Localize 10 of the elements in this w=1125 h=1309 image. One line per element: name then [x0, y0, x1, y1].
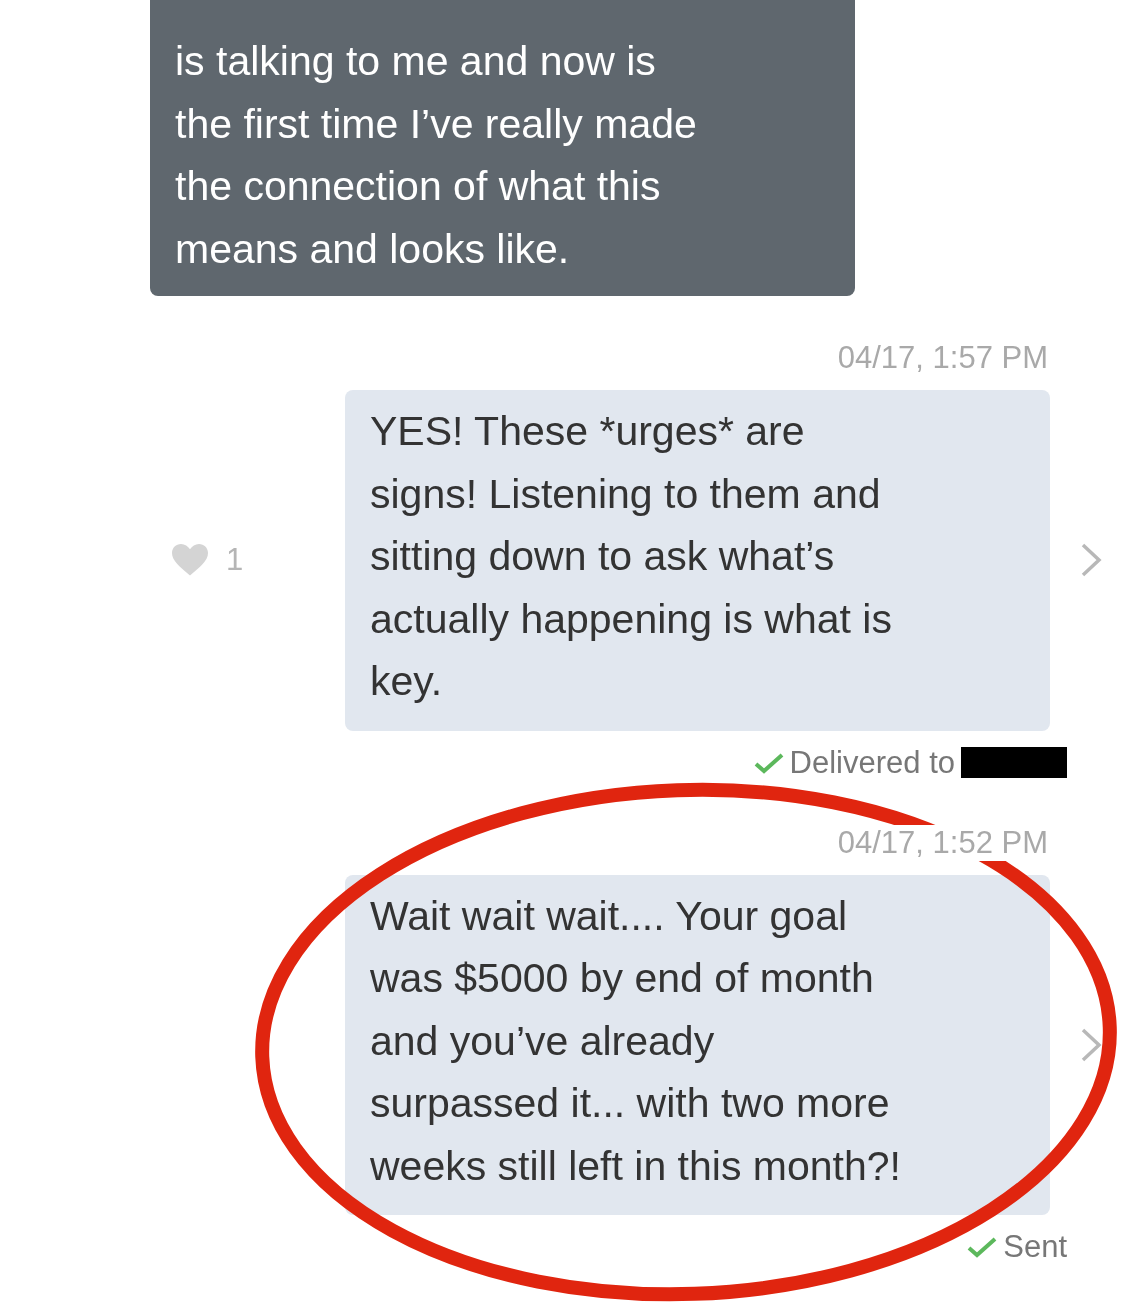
heart-icon	[172, 543, 208, 577]
message-bubble: is talking to me and now is the first time I’ve really made the connection of what this means and looks like.	[150, 0, 855, 296]
chevron-right-icon[interactable]	[1080, 1026, 1102, 1063]
message-bubble: Wait wait wait.... Your goal was $5000 by end of month and you’ve already surpassed it... with two more weeks still left in this month?!	[345, 874, 1050, 1215]
chevron-right-icon[interactable]	[1080, 542, 1102, 579]
like-count: 1	[226, 542, 244, 579]
timestamp: 04/17, 1:52 PM	[837, 824, 1048, 861]
check-icon	[967, 1236, 998, 1258]
message-bubble: YES! These *urges* are signs! Listening to them and sitting down to ask what’s actually happening is what is key.	[345, 390, 1050, 731]
check-icon	[753, 751, 784, 774]
